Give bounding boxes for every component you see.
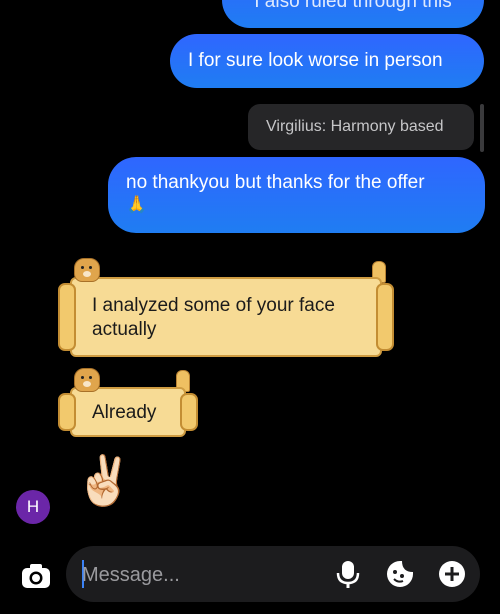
message-thread[interactable]: I also ruled through this I for sure loo… [0,0,500,540]
message-text: I analyzed some of your face actually [92,295,335,340]
reply-quote[interactable]: Virgilius: Harmony based [248,104,474,150]
message-input-container[interactable] [66,546,480,602]
microphone-icon [336,561,360,588]
sticker-icon [387,561,413,587]
victory-hand-emoji-message[interactable]: ✌🏻 [74,452,134,512]
incoming-message[interactable]: Already [58,387,198,437]
voice-message-button[interactable] [332,558,364,590]
doge-sticker-icon [74,368,100,392]
avatar-initial: H [26,497,40,516]
message-text: I also ruled through this [254,0,452,12]
outgoing-message[interactable]: no thankyou but thanks for the offer 🙏 [108,157,485,233]
reply-quote-text: Virgilius: Harmony based [266,118,444,135]
doge-sticker-icon [74,258,100,282]
message-text: Already [92,402,157,423]
outgoing-message[interactable]: I for sure look worse in person [170,34,484,88]
pray-emoji: 🙏 [126,195,148,214]
sticker-button[interactable] [384,558,416,590]
message-text: no thankyou but thanks for the offer [126,172,425,193]
incoming-message[interactable]: I analyzed some of your face actually [58,277,394,357]
reply-indicator-bar [480,104,484,152]
more-options-button[interactable] [436,558,468,590]
message-composer [0,540,500,614]
plus-icon [439,561,465,587]
camera-icon [22,564,50,588]
outgoing-message-partial[interactable]: I also ruled through this [222,0,484,28]
sender-avatar[interactable]: H [16,490,50,524]
message-input[interactable] [80,554,314,596]
message-text: I for sure look worse in person [188,50,443,71]
camera-button[interactable] [16,556,56,596]
